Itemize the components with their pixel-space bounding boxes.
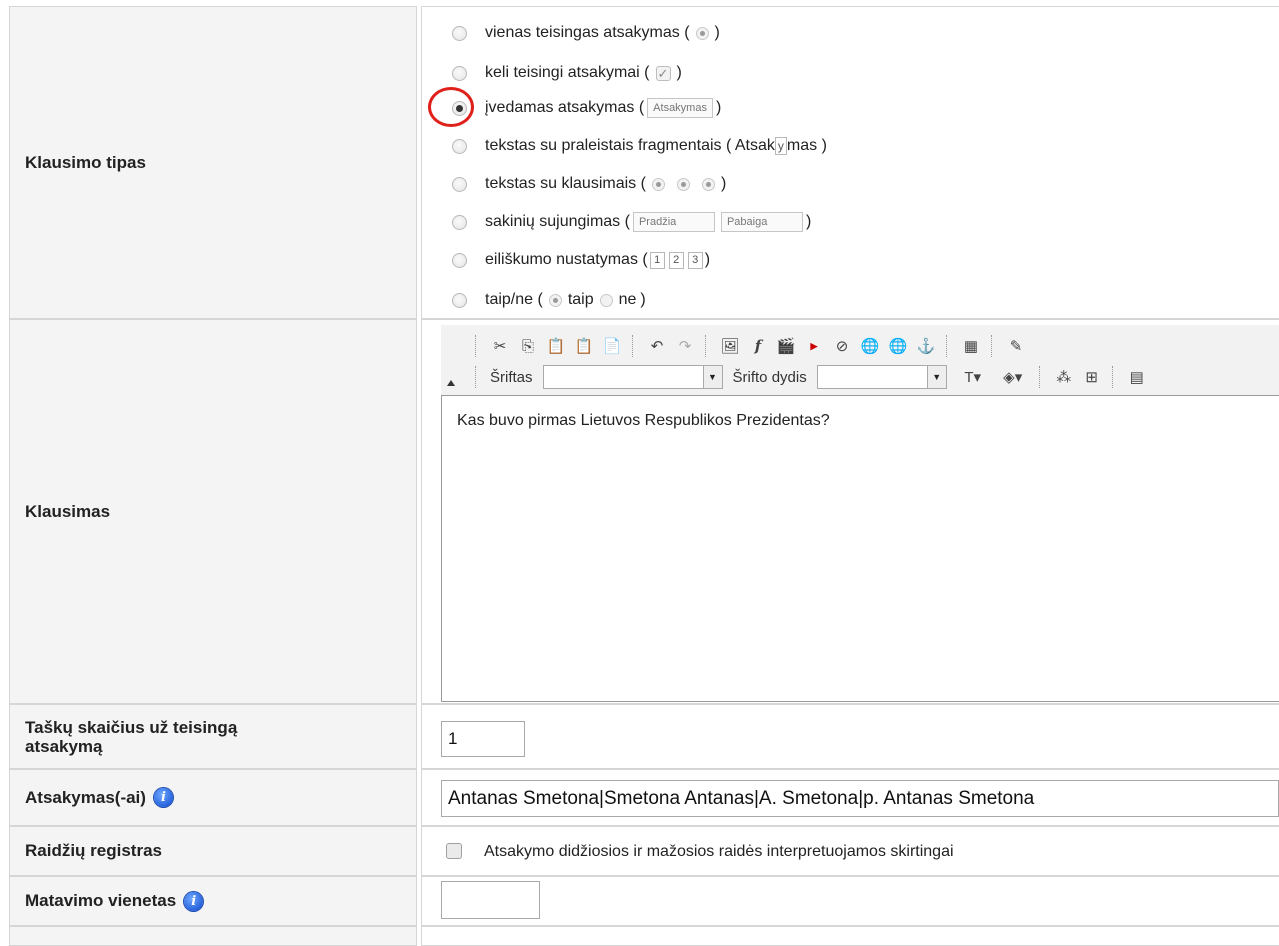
option-single-answer[interactable]: vienas teisingas atsakymas ( ): [452, 18, 720, 48]
order-number: 2: [668, 251, 684, 269]
toolbar-separator: [632, 335, 637, 357]
info-icon[interactable]: i: [153, 788, 173, 807]
sample-radio-icon: [676, 177, 690, 191]
option-typed-answer[interactable]: įvedamas atsakymas ( Atsakymas ): [452, 93, 721, 123]
info-icon[interactable]: i: [184, 891, 204, 911]
answers-label: Atsakymas(-ai) i: [9, 769, 417, 826]
order-number: 1: [649, 251, 665, 269]
question-type-label: Klausimo tipas: [9, 6, 417, 319]
formula-icon[interactable]: f: [747, 335, 769, 357]
font-label: Šriftas: [490, 368, 533, 386]
case-label: Raidžių registras: [9, 826, 417, 876]
option-yes-no[interactable]: taip/ne ( taip ne ): [452, 285, 646, 315]
toolbar-row-2: Šriftas ▼ Šrifto dydis ▼ T▾ ◈▾ ⁂ ⊞ ▤: [469, 362, 1151, 392]
toolbar-separator: [475, 366, 480, 388]
paste-text-icon[interactable]: 📋: [573, 335, 595, 357]
order-number: 3: [687, 251, 703, 269]
radio-ordering[interactable]: [452, 252, 467, 268]
toolbar-separator: [1038, 366, 1044, 388]
chevron-down-icon: ▼: [702, 366, 722, 388]
points-label: Taškų skaičius už teisingą atsakymą: [9, 704, 417, 769]
sample-end-box: Pabaiga: [720, 212, 803, 232]
question-type-options: vienas teisingas atsakymas ( ) keli teis…: [421, 6, 1279, 319]
undo-icon[interactable]: ↶: [646, 335, 668, 357]
font-select[interactable]: ▼: [542, 365, 723, 389]
radio-single-answer[interactable]: [452, 25, 467, 41]
copy-icon[interactable]: ⎘: [517, 335, 539, 357]
video-icon[interactable]: 🎬: [775, 335, 797, 357]
select-all-icon[interactable]: ⊞: [1081, 366, 1103, 388]
option-sentence-matching[interactable]: sakinių sujungimas ( Pradžia Pabaiga ): [452, 207, 811, 237]
text-color-icon[interactable]: T▾: [956, 366, 990, 388]
draw-icon[interactable]: ✎: [1005, 335, 1027, 357]
sample-radio-icon: [651, 177, 665, 191]
sample-radio-icon: [701, 177, 715, 191]
unit-input[interactable]: [441, 881, 540, 919]
question-label: Klausimas: [9, 319, 417, 704]
option-ordering[interactable]: eiliškumo nustatymas ( 1 2 3 ): [452, 245, 710, 275]
toolbar-separator: [991, 335, 996, 357]
radio-text-with-questions[interactable]: [452, 176, 467, 192]
anchor-icon[interactable]: ⚓: [915, 335, 937, 357]
selection-highlight-circle: [428, 87, 474, 127]
points-input[interactable]: [441, 721, 525, 757]
link-icon[interactable]: 🌐: [859, 335, 881, 357]
radio-sentence-matching[interactable]: [452, 214, 467, 230]
toolbar-separator: [1111, 366, 1117, 388]
case-sensitive-checkbox[interactable]: [446, 843, 462, 859]
youtube-icon[interactable]: ▶: [803, 335, 825, 357]
redo-icon[interactable]: ↷: [674, 335, 696, 357]
background-color-icon[interactable]: ◈▾: [996, 366, 1030, 388]
sample-radio-icon: [695, 26, 709, 40]
option-multiple-answers[interactable]: keli teisingi atsakymai ( ✓ ): [452, 58, 682, 88]
next-row-cell: [421, 926, 1279, 946]
sample-start-box: Pradžia: [632, 212, 715, 232]
sample-radio-icon: [548, 293, 562, 307]
case-sensitive-label[interactable]: Atsakymo didžiosios ir mažosios raidės i…: [484, 843, 954, 861]
radio-yes-no[interactable]: [452, 292, 467, 308]
toolbar-row-1: ✂ ⎘ 📋 📋 📄 ↶ ↷ 🖼 f 🎬 ▶ ⊘ 🌐 🌐 ⚓ ▦ ✎: [469, 331, 1030, 361]
blank-fragment: y: [774, 137, 787, 155]
font-size-select[interactable]: ▼: [816, 365, 947, 389]
sample-input-box: Atsakymas: [647, 98, 713, 118]
editor-toolbar: ✂ ⎘ 📋 📋 📄 ↶ ↷ 🖼 f 🎬 ▶ ⊘ 🌐 🌐 ⚓ ▦ ✎ Šrifta…: [441, 325, 1279, 395]
points-cell: [421, 704, 1279, 769]
option-fill-blanks[interactable]: tekstas su praleistais fragmentais ( Ats…: [452, 131, 827, 161]
sample-radio-icon: [599, 293, 613, 307]
radio-multiple-answers[interactable]: [452, 65, 467, 81]
question-editor[interactable]: Kas buvo pirmas Lietuvos Respublikos Pre…: [441, 395, 1279, 702]
toolbar-separator: [946, 335, 951, 357]
image-icon[interactable]: 🖼: [719, 335, 741, 357]
toolbar-separator: [475, 335, 480, 357]
cut-icon[interactable]: ✂: [489, 335, 511, 357]
paste-icon[interactable]: 📋: [545, 335, 567, 357]
show-blocks-icon[interactable]: ⁂: [1053, 366, 1075, 388]
unit-cell: [421, 876, 1279, 926]
toolbar-separator: [705, 335, 710, 357]
chevron-down-icon: ▼: [926, 366, 946, 388]
answers-input[interactable]: [441, 780, 1279, 817]
option-text-with-questions[interactable]: tekstas su klausimais ( ): [452, 169, 726, 199]
next-row-label: [9, 926, 417, 946]
font-size-label: Šrifto dydis: [732, 368, 807, 386]
source-icon[interactable]: ▤: [1126, 366, 1148, 388]
table-icon[interactable]: ▦: [960, 335, 982, 357]
flash-icon[interactable]: ⊘: [831, 335, 853, 357]
sample-checkbox-icon: ✓: [655, 65, 671, 81]
question-text[interactable]: Kas buvo pirmas Lietuvos Respublikos Pre…: [457, 412, 830, 430]
unit-label: Matavimo vienetas i: [9, 876, 417, 926]
unlink-icon[interactable]: 🌐: [887, 335, 909, 357]
radio-fill-blanks[interactable]: [452, 138, 467, 154]
paste-word-icon[interactable]: 📄: [601, 335, 623, 357]
collapse-toolbar-icon[interactable]: [447, 380, 455, 386]
